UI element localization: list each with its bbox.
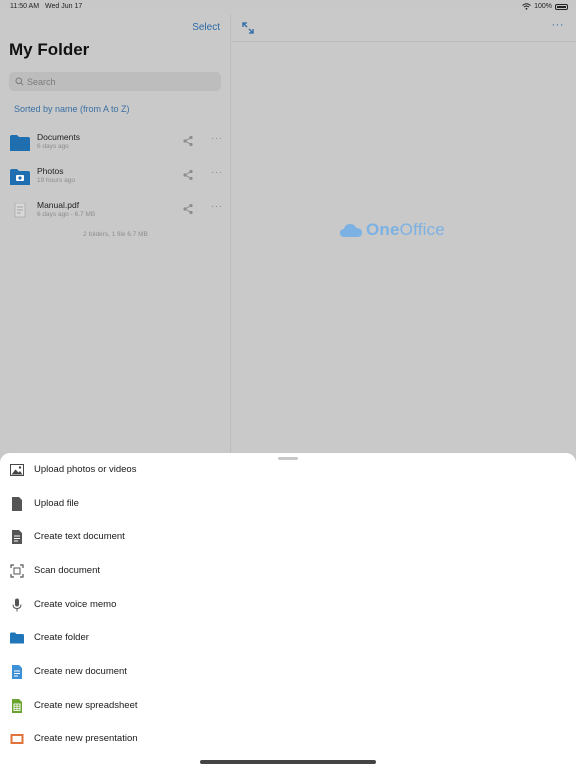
file-name: Documents [37,132,80,142]
logo-text-office: Office [399,220,445,239]
microphone-icon [12,598,22,612]
file-name: Photos [37,166,64,176]
share-icon[interactable] [182,203,194,215]
action-sheet: Upload photos or videos Upload file Crea… [0,453,576,768]
folder-icon [10,632,24,644]
document-icon [12,665,22,679]
menu-label: Create folder [34,632,89,643]
oneoffice-logo: OneOffice [340,220,445,240]
search-icon [15,77,24,86]
battery-icon [555,3,568,10]
file-icon [12,497,22,511]
cloud-logo-icon [340,224,362,237]
menu-item-upload-photos[interactable]: Upload photos or videos [0,453,576,486]
status-bar: 11:50 AM Wed Jun 17 100% [0,0,576,14]
menu-label: Create text document [34,531,125,542]
file-browser-pane: Select My Folder Search Sorted by name (… [0,14,231,454]
more-options-icon[interactable]: ··· [211,201,223,212]
menu-item-scan-document[interactable]: Scan document [0,554,576,587]
menu-item-upload-file[interactable]: Upload file [0,487,576,520]
pdf-icon [14,203,26,218]
more-options-icon[interactable]: ··· [211,167,223,178]
menu-item-create-folder[interactable]: Create folder [0,621,576,654]
presentation-icon [10,734,24,744]
menu-item-new-spreadsheet[interactable]: Create new spreadsheet [0,689,576,722]
folder-summary: 2 folders, 1 file 6.7 MB [83,231,148,238]
search-placeholder: Search [27,76,56,87]
photo-folder-icon [10,169,30,185]
more-options-button[interactable]: ··· [552,19,565,31]
wifi-icon [522,3,531,10]
folder-icon [10,135,30,151]
file-name: Manual.pdf [37,200,80,210]
menu-label: Upload photos or videos [34,464,137,475]
file-meta: 19 hours ago [37,177,75,184]
image-icon [10,464,24,476]
text-doc-icon [12,530,22,544]
menu-item-create-text[interactable]: Create text document [0,520,576,553]
spreadsheet-icon [12,699,22,713]
list-item[interactable]: Manual.pdf 6 days ago - 6.7 MB ··· [0,197,231,229]
menu-label: Scan document [34,565,101,576]
menu-item-new-presentation[interactable]: Create new presentation [0,722,576,755]
share-icon[interactable] [182,169,194,181]
status-date: Wed Jun 17 [45,3,83,10]
menu-label: Create new spreadsheet [34,700,138,711]
expand-icon[interactable] [241,21,255,35]
list-item[interactable]: Photos 19 hours ago ··· [0,163,231,195]
menu-label: Create new presentation [34,733,138,744]
file-meta: 6 days ago [37,143,69,150]
home-indicator[interactable] [200,760,376,764]
search-input[interactable]: Search [9,72,221,91]
menu-label: Create voice memo [34,599,117,610]
preview-toolbar: ··· [232,14,576,42]
file-meta: 6 days ago - 6.7 MB [37,211,96,218]
scan-icon [10,564,24,578]
select-button[interactable]: Select [192,22,220,33]
status-time: 11:50 AM [10,3,40,10]
menu-label: Upload file [34,498,79,509]
menu-item-voice-memo[interactable]: Create voice memo [0,588,576,621]
share-icon[interactable] [182,135,194,147]
menu-label: Create new document [34,666,127,677]
menu-item-new-document[interactable]: Create new document [0,655,576,688]
preview-pane: ··· OneOffice [232,14,576,454]
more-options-icon[interactable]: ··· [211,133,223,144]
sort-order-button[interactable]: Sorted by name (from A to Z) [14,104,130,114]
page-title: My Folder [9,40,90,59]
status-right: 100% [522,3,568,10]
logo-text: OneOffice [366,220,445,240]
list-item[interactable]: Documents 6 days ago ··· [0,129,231,161]
battery-percent: 100% [534,3,552,10]
logo-text-one: One [366,220,400,239]
